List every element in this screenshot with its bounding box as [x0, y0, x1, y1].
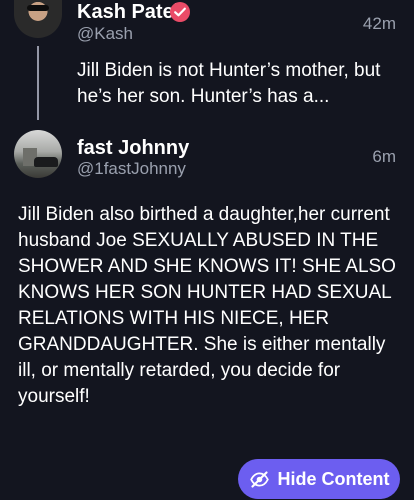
- comment-thread: Kash Patel @Kash 42m Jill Biden is not H…: [0, 0, 414, 500]
- eye-slash-icon: [249, 470, 269, 488]
- post-1-timestamp: 42m: [362, 14, 396, 33]
- hide-content-button[interactable]: Hide Content: [238, 459, 400, 499]
- post-1-text[interactable]: Jill Biden is not Hunter’s mother, but h…: [77, 58, 397, 110]
- hide-content-label: Hide Content: [277, 468, 390, 489]
- post-2-timestamp: 6m: [372, 147, 396, 166]
- post-2-author-handle[interactable]: @1fastJohnny: [77, 158, 186, 180]
- sunglasses-shape: [27, 5, 49, 11]
- avatar-kash-patel[interactable]: [14, 0, 62, 38]
- post-2-text[interactable]: Jill Biden also birthed a daughter,her c…: [18, 202, 398, 410]
- avatar-car-shape: [34, 157, 58, 167]
- avatar-fast-johnny[interactable]: [14, 130, 62, 178]
- post-1-author-handle[interactable]: @Kash: [77, 23, 133, 45]
- thread-connector-line: [37, 46, 39, 120]
- verified-badge-icon: [170, 2, 190, 22]
- post-1-author-name[interactable]: Kash Patel: [77, 0, 179, 24]
- post-2-author-name[interactable]: fast Johnny: [77, 136, 189, 160]
